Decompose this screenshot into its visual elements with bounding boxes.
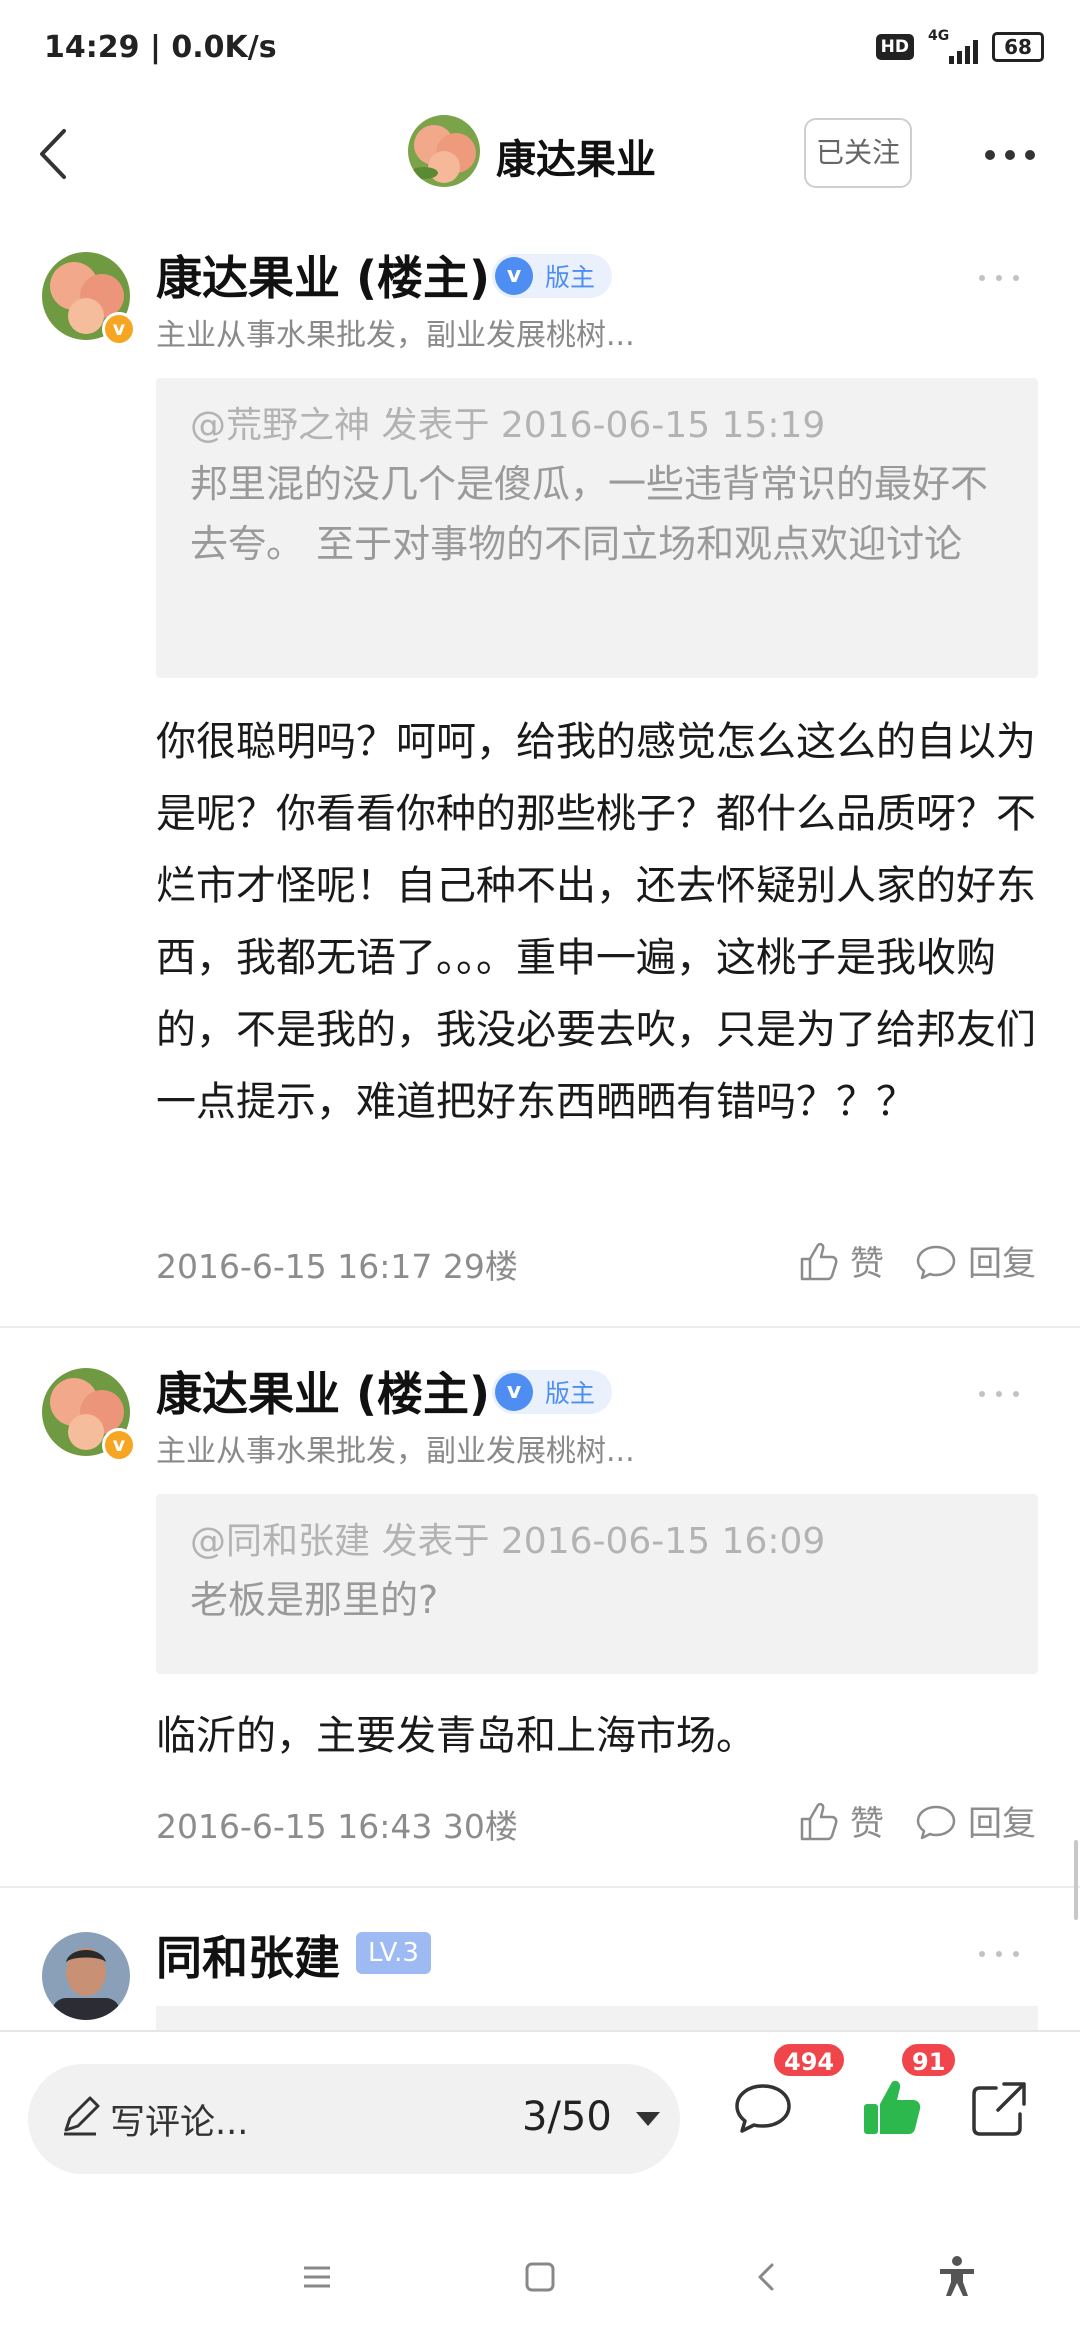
quote-block: @同和张建 发表于 2016-06-15 16:09 老板是那里的? bbox=[156, 1494, 1038, 1674]
moderator-badge: v 版主 bbox=[492, 254, 612, 298]
comment-input[interactable]: 写评论... 3/50 bbox=[28, 2064, 680, 2174]
home-button[interactable] bbox=[515, 2252, 565, 2302]
share-button[interactable] bbox=[964, 2074, 1034, 2144]
post-actions: 赞 回复 bbox=[796, 1236, 1036, 1285]
post-more-button[interactable] bbox=[974, 1944, 1024, 1964]
moderator-v-icon: v bbox=[495, 257, 533, 295]
top-nav-bar: 康达果业 已关注 bbox=[0, 105, 1080, 205]
avatar[interactable]: v bbox=[42, 252, 136, 346]
comment-icon bbox=[735, 2084, 791, 2133]
reply-label: 回复 bbox=[968, 1804, 1036, 1844]
page-indicator[interactable]: 3/50 bbox=[522, 2094, 612, 2140]
post-content: 你很聪明吗？呵呵，给我的感觉怎么这么的自以为是呢？你看看你种的那些桃子？都什么品… bbox=[156, 719, 1036, 1125]
bottom-action-bar: 写评论... 3/50 494 91 bbox=[0, 2030, 1080, 2210]
author-name[interactable]: 同和张建 bbox=[156, 1922, 340, 1988]
like-icon bbox=[800, 1802, 838, 1840]
verified-icon: v bbox=[102, 1428, 136, 1462]
avatar[interactable]: v bbox=[42, 1368, 136, 1462]
status-bar: 14:29 | 0.0K/s HD 4G 68 bbox=[0, 0, 1080, 100]
comment-count-badge: 494 bbox=[772, 2042, 847, 2078]
moderator-badge: v 版主 bbox=[492, 1370, 612, 1414]
signal-icon: 4G bbox=[928, 28, 978, 66]
post-more-button[interactable] bbox=[974, 268, 1024, 288]
scrollbar[interactable] bbox=[1074, 1840, 1078, 1920]
reply-button[interactable]: 回复 bbox=[914, 1236, 1036, 1285]
moderator-label: 版主 bbox=[545, 263, 596, 292]
system-back-button[interactable] bbox=[742, 2252, 792, 2302]
like-button[interactable]: 赞 bbox=[796, 1796, 884, 1845]
quote-text: 邦里混的没几个是傻瓜，一些违背常识的最好不去夸。 至于对事物的不同立场和观点欢迎… bbox=[190, 462, 989, 566]
post-content: 临沂的，主要发青岛和上海市场。 bbox=[156, 1713, 756, 1759]
quote-block: @荒野之神 发表于 2016-06-15 15:19 邦里混的没几个是傻瓜，一些… bbox=[156, 378, 1038, 678]
back-button[interactable] bbox=[20, 119, 90, 189]
like-button[interactable]: 赞 bbox=[796, 1236, 884, 1285]
quote-header: @同和张建 发表于 2016-06-15 16:09 bbox=[190, 1521, 826, 1562]
menu-button[interactable] bbox=[292, 2252, 342, 2302]
author-name[interactable]: 康达果业 (楼主) bbox=[156, 242, 490, 308]
post-more-button[interactable] bbox=[974, 1384, 1024, 1404]
like-label: 赞 bbox=[850, 1244, 884, 1284]
reply-label: 回复 bbox=[968, 1244, 1036, 1284]
menu-icon bbox=[304, 2266, 330, 2288]
more-icon bbox=[979, 275, 1019, 281]
post-meta: 2016-6-15 16:17 29楼 bbox=[156, 1247, 518, 1286]
like-icon bbox=[800, 1242, 838, 1280]
avatar[interactable] bbox=[42, 1932, 130, 2020]
reply-icon bbox=[916, 1245, 956, 1279]
author-name[interactable]: 康达果业 (楼主) bbox=[156, 1358, 490, 1424]
more-icon bbox=[979, 1391, 1019, 1397]
like-label: 赞 bbox=[850, 1804, 884, 1844]
comments-button[interactable] bbox=[728, 2074, 798, 2144]
post-actions: 赞 回复 bbox=[796, 1796, 1036, 1845]
share-icon bbox=[972, 2082, 1026, 2136]
comment-placeholder: 写评论... bbox=[110, 2103, 249, 2143]
status-time: 14:29 | 0.0K/s bbox=[44, 30, 277, 65]
accessibility-button[interactable] bbox=[932, 2252, 982, 2302]
level-badge: LV.3 bbox=[356, 1932, 431, 1974]
post-meta: 2016-6-15 16:43 30楼 bbox=[156, 1807, 518, 1846]
status-icons: HD 4G 68 bbox=[875, 28, 1044, 66]
follow-button[interactable]: 已关注 bbox=[804, 118, 912, 188]
accessibility-icon bbox=[940, 2256, 974, 2296]
more-button[interactable] bbox=[980, 135, 1040, 175]
author-bio: 主业从事水果批发，副业发展桃树... bbox=[156, 318, 635, 353]
chevron-down-icon[interactable] bbox=[636, 2112, 660, 2126]
battery-icon: 68 bbox=[992, 32, 1044, 62]
moderator-v-icon: v bbox=[495, 1373, 533, 1411]
quote-text: 老板是那里的? bbox=[190, 1578, 439, 1622]
reply-icon bbox=[916, 1805, 956, 1839]
quote-header: @荒野之神 发表于 2016-06-15 15:19 bbox=[190, 405, 826, 446]
hd-icon: HD bbox=[875, 34, 914, 60]
reply-button[interactable]: 回复 bbox=[914, 1796, 1036, 1845]
thumbs-up-icon bbox=[864, 2080, 921, 2134]
more-icon bbox=[985, 150, 1035, 160]
forum-title: 康达果业 bbox=[496, 137, 656, 183]
back-nav-icon bbox=[758, 2263, 774, 2291]
pencil-icon bbox=[64, 2096, 100, 2136]
divider bbox=[0, 1886, 1080, 1888]
more-icon bbox=[979, 1951, 1019, 1957]
back-icon bbox=[40, 129, 66, 179]
like-count-badge: 91 bbox=[900, 2042, 958, 2078]
author-bio: 主业从事水果批发，副业发展桃树... bbox=[156, 1434, 635, 1469]
quote-block bbox=[156, 2006, 1038, 2030]
divider bbox=[0, 1326, 1080, 1328]
network-type: 4G bbox=[928, 28, 950, 44]
thumbs-up-button[interactable] bbox=[856, 2074, 926, 2144]
home-icon bbox=[525, 2262, 555, 2292]
system-navigation-bar bbox=[0, 2212, 1080, 2340]
verified-icon: v bbox=[102, 312, 136, 346]
forum-avatar[interactable] bbox=[408, 115, 480, 187]
moderator-label: 版主 bbox=[545, 1379, 596, 1408]
